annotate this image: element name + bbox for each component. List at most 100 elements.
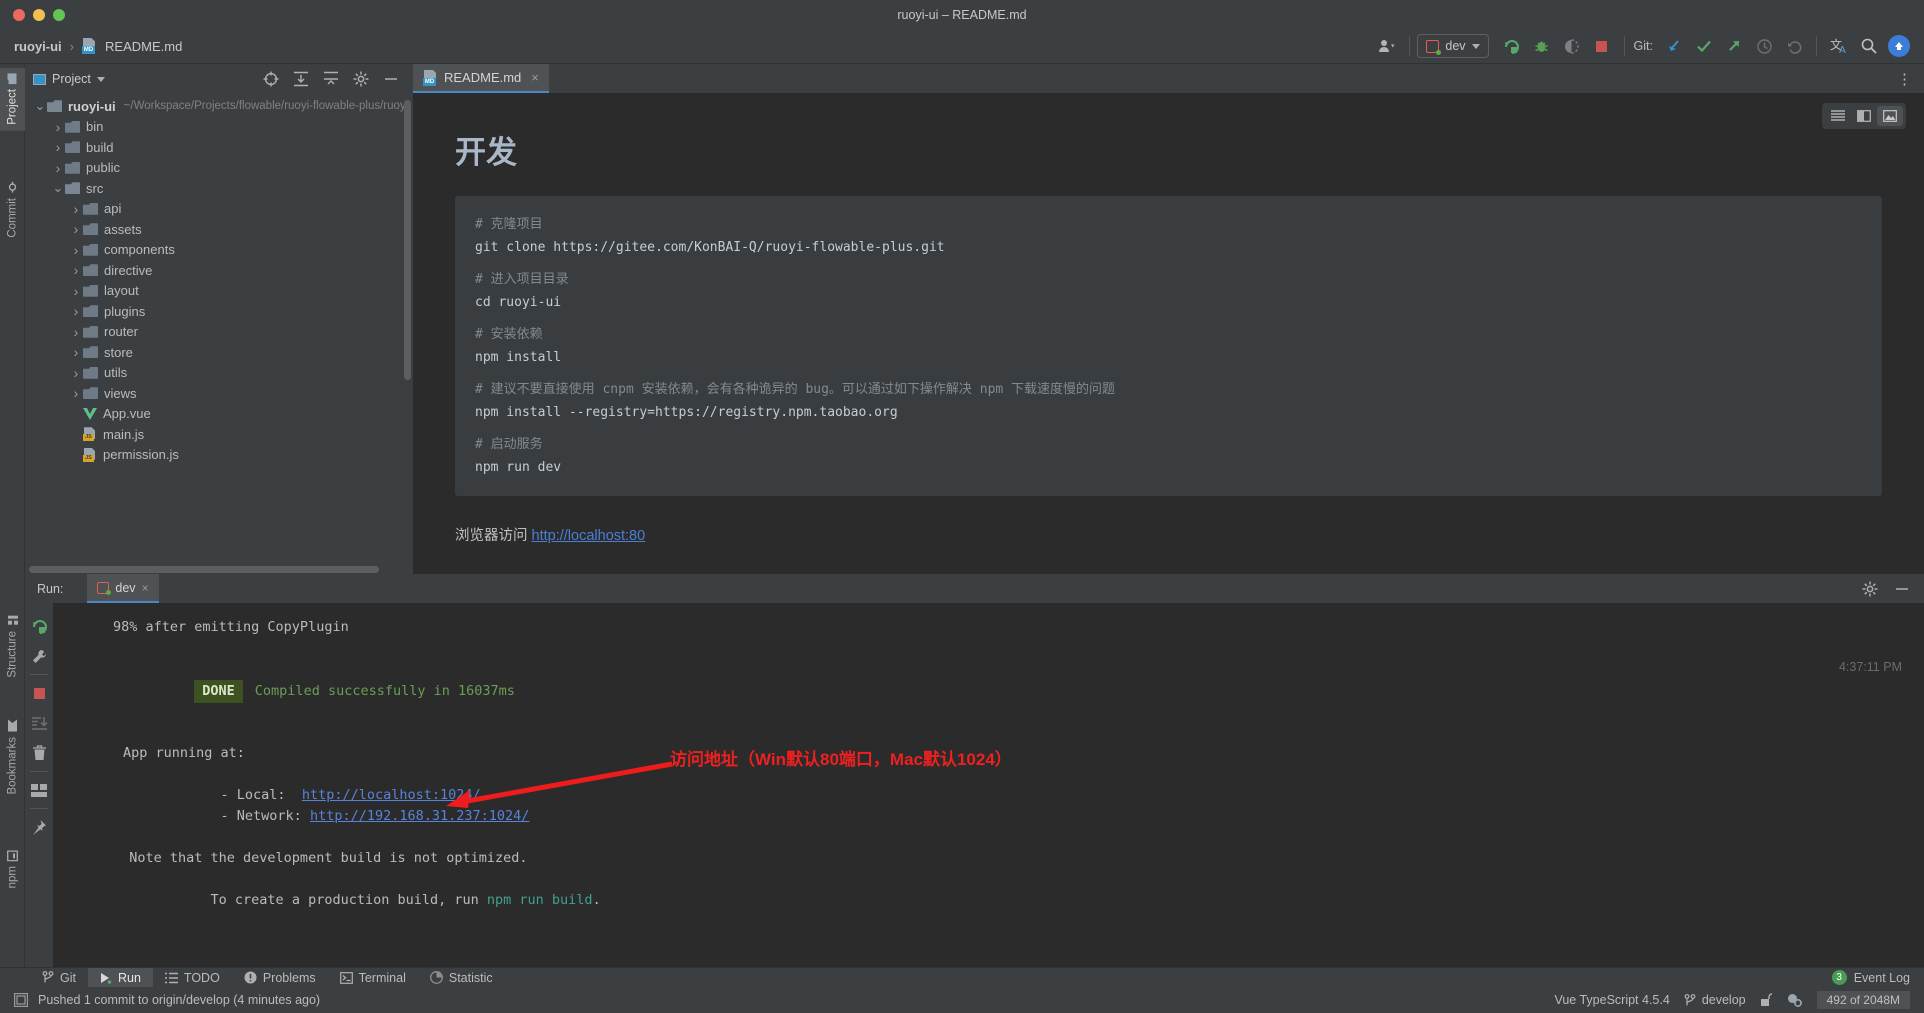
expand-all-icon[interactable]: [293, 71, 309, 87]
tree-row[interactable]: JS main.js: [25, 424, 413, 445]
scroll-to-end-icon[interactable]: [26, 708, 52, 738]
show-editor-and-preview-button[interactable]: [1851, 106, 1877, 126]
tree-row[interactable]: › bin: [25, 117, 413, 138]
tree-row[interactable]: JS permission.js: [25, 445, 413, 466]
chevron-right-icon[interactable]: ›: [69, 221, 83, 237]
hide-panel-icon[interactable]: [1894, 581, 1910, 597]
sidebar-item-commit[interactable]: Commit: [0, 176, 25, 244]
hide-panel-icon[interactable]: [383, 71, 399, 87]
tree-row[interactable]: › api: [25, 199, 413, 220]
chevron-right-icon[interactable]: ›: [69, 242, 83, 258]
rerun-icon[interactable]: [26, 611, 52, 641]
stop-icon[interactable]: [26, 678, 52, 708]
project-tree-horizontal-scrollbar[interactable]: [25, 565, 413, 574]
sidebar-item-npm[interactable]: npm: [0, 844, 25, 894]
status-branch[interactable]: develop: [1684, 993, 1746, 1007]
bottom-tab-run[interactable]: Run: [87, 967, 153, 988]
bottom-tab-statistic[interactable]: Statistic: [418, 968, 505, 988]
tree-row[interactable]: › build: [25, 137, 413, 158]
tree-row[interactable]: ⌄ ruoyi-ui ~/Workspace/Projects/flowable/r…: [25, 96, 413, 117]
layout-icon[interactable]: [26, 775, 52, 805]
select-opened-file-icon[interactable]: [263, 71, 279, 87]
markdown-view-toggle[interactable]: [1822, 103, 1906, 129]
run-config-label: dev: [1445, 39, 1466, 53]
tree-row[interactable]: App.vue: [25, 404, 413, 425]
chevron-right-icon[interactable]: ›: [69, 303, 83, 319]
run-tab-dev[interactable]: dev ×: [87, 574, 159, 603]
event-log-label[interactable]: Event Log: [1854, 971, 1910, 985]
tree-row[interactable]: › router: [25, 322, 413, 343]
chevron-down-icon[interactable]: ⌄: [33, 99, 47, 112]
bottom-tab-todo[interactable]: TODO: [153, 968, 232, 988]
tree-row[interactable]: › layout: [25, 281, 413, 302]
tree-row[interactable]: › components: [25, 240, 413, 261]
show-editor-only-button[interactable]: [1825, 106, 1851, 126]
tree-row[interactable]: › plugins: [25, 301, 413, 322]
tree-row[interactable]: › store: [25, 342, 413, 363]
inspection-icon[interactable]: [1787, 993, 1803, 1007]
tab-readme-md[interactable]: MD README.md ×: [413, 64, 549, 93]
chevron-down-icon[interactable]: [96, 76, 105, 82]
tree-row[interactable]: › public: [25, 158, 413, 179]
stop-icon[interactable]: [1587, 33, 1617, 59]
settings-gear-icon[interactable]: [1862, 581, 1878, 597]
chevron-right-icon[interactable]: ›: [69, 283, 83, 299]
bottom-tab-git[interactable]: Git: [30, 968, 88, 988]
collapse-all-icon[interactable]: [323, 71, 339, 87]
clear-all-trash-icon[interactable]: [26, 738, 52, 768]
push-arrow-icon[interactable]: [1719, 33, 1749, 59]
edit-configuration-wrench-icon[interactable]: [26, 641, 52, 671]
history-clock-icon[interactable]: [1749, 33, 1779, 59]
translate-icon[interactable]: 文 A: [1824, 33, 1854, 59]
chevron-right-icon[interactable]: ›: [69, 201, 83, 217]
memory-indicator[interactable]: 492 of 2048M: [1816, 991, 1910, 1009]
folder-icon: [83, 202, 98, 215]
run-console-output[interactable]: 98% after emitting CopyPlugin DONE Compil…: [53, 603, 1924, 967]
chevron-right-icon[interactable]: ›: [69, 262, 83, 278]
chevron-down-icon[interactable]: ⌄: [51, 181, 65, 194]
tree-row[interactable]: › utils: [25, 363, 413, 384]
rollback-icon[interactable]: [1779, 33, 1809, 59]
project-panel-title: Project: [52, 72, 91, 86]
status-language[interactable]: Vue TypeScript 4.5.4: [1554, 993, 1669, 1007]
chevron-right-icon[interactable]: ›: [69, 385, 83, 401]
commit-checkmark-icon[interactable]: [1689, 33, 1719, 59]
run-icon[interactable]: [1497, 33, 1527, 59]
sidebar-item-project[interactable]: Project: [0, 68, 25, 131]
tree-row[interactable]: › directive: [25, 260, 413, 281]
chevron-right-icon[interactable]: ›: [69, 324, 83, 340]
debug-bug-icon[interactable]: [1527, 33, 1557, 59]
chevron-right-icon[interactable]: ›: [69, 365, 83, 381]
tree-item-label: App.vue: [103, 406, 151, 422]
event-log-area[interactable]: 3 Event Log: [1831, 970, 1924, 985]
sidebar-item-structure[interactable]: Structure: [0, 609, 25, 684]
chevron-right-icon[interactable]: ›: [51, 139, 65, 155]
sidebar-item-bookmarks[interactable]: Bookmarks: [0, 714, 25, 801]
breadcrumb-project[interactable]: ruoyi-ui: [14, 39, 62, 54]
chevron-right-icon[interactable]: ›: [51, 119, 65, 135]
unlocked-icon[interactable]: [1760, 993, 1773, 1007]
tree-row[interactable]: › assets: [25, 219, 413, 240]
chevron-right-icon[interactable]: ›: [69, 344, 83, 360]
bottom-tab-terminal[interactable]: Terminal: [328, 968, 418, 988]
chevron-right-icon[interactable]: ›: [51, 160, 65, 176]
show-preview-only-button[interactable]: [1877, 106, 1903, 126]
close-icon[interactable]: ×: [142, 581, 149, 595]
bottom-tab-problems[interactable]: Problems: [232, 968, 328, 988]
tree-row[interactable]: › views: [25, 383, 413, 404]
run-with-coverage-icon[interactable]: [1557, 33, 1587, 59]
run-configuration-selector[interactable]: dev: [1417, 34, 1489, 58]
project-tree[interactable]: ⌄ ruoyi-ui ~/Workspace/Projects/flowable/r…: [25, 94, 413, 574]
project-tree-vertical-scrollbar[interactable]: [404, 100, 411, 380]
search-everywhere-icon[interactable]: [1854, 33, 1884, 59]
markdown-localhost-link[interactable]: http://localhost:80: [532, 528, 646, 544]
user-avatar-icon[interactable]: [1372, 33, 1402, 59]
settings-gear-icon[interactable]: [353, 71, 369, 87]
breadcrumb-file[interactable]: README.md: [105, 39, 182, 54]
close-icon[interactable]: ×: [531, 70, 539, 85]
pin-icon[interactable]: [26, 812, 52, 842]
more-options-icon[interactable]: ⋮: [1885, 64, 1924, 93]
tree-row[interactable]: ⌄ src: [25, 178, 413, 199]
update-project-icon[interactable]: [1659, 33, 1689, 59]
ide-update-icon[interactable]: [1884, 33, 1914, 59]
